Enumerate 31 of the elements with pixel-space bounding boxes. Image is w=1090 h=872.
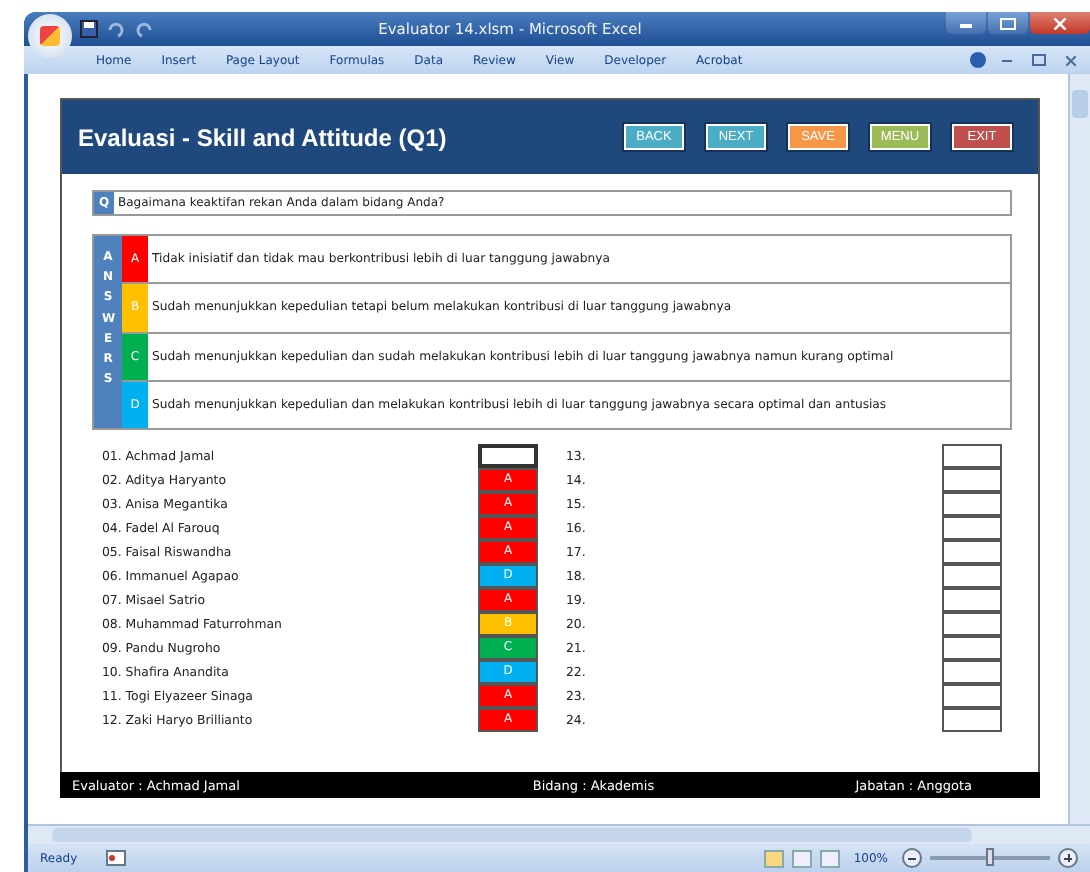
zoom-slider-thumb[interactable]: [986, 848, 994, 866]
grade-cell[interactable]: [942, 587, 1002, 611]
horizontal-scrollbar[interactable]: [28, 824, 1090, 844]
grade-cell[interactable]: [942, 563, 1002, 587]
grade-cell[interactable]: [942, 443, 1002, 467]
grade-cell[interactable]: [942, 659, 1002, 683]
grade-cell[interactable]: [942, 707, 1002, 731]
save-icon[interactable]: [80, 20, 98, 38]
undo-icon[interactable]: [106, 20, 126, 38]
maximize-button[interactable]: [988, 12, 1028, 34]
vertical-scrollbar[interactable]: [1068, 74, 1090, 824]
close-icon: [1065, 55, 1075, 65]
macro-record-icon[interactable]: [105, 850, 126, 866]
zoom-in-button[interactable]: [1058, 848, 1078, 868]
close-button[interactable]: [1030, 12, 1090, 34]
restore-button[interactable]: [1026, 50, 1050, 70]
grade-cell[interactable]: [478, 443, 538, 467]
grade-cell[interactable]: [942, 491, 1002, 515]
help-icon[interactable]: [970, 52, 986, 68]
minimize-button[interactable]: [946, 12, 986, 34]
grade-cell[interactable]: [942, 635, 1002, 659]
redo-icon[interactable]: [134, 20, 154, 38]
grade-cell[interactable]: [942, 611, 1002, 635]
grade-cell[interactable]: [942, 539, 1002, 563]
office-button[interactable]: [28, 14, 72, 58]
close-icon: [1054, 17, 1066, 29]
grade-cell[interactable]: [942, 683, 1002, 707]
zoom-out-button[interactable]: [902, 848, 922, 868]
grade-cell[interactable]: [942, 467, 1002, 491]
grade-cell[interactable]: [942, 515, 1002, 539]
form-title: Evaluasi - Skill and Attitude (Q1): [78, 123, 449, 151]
